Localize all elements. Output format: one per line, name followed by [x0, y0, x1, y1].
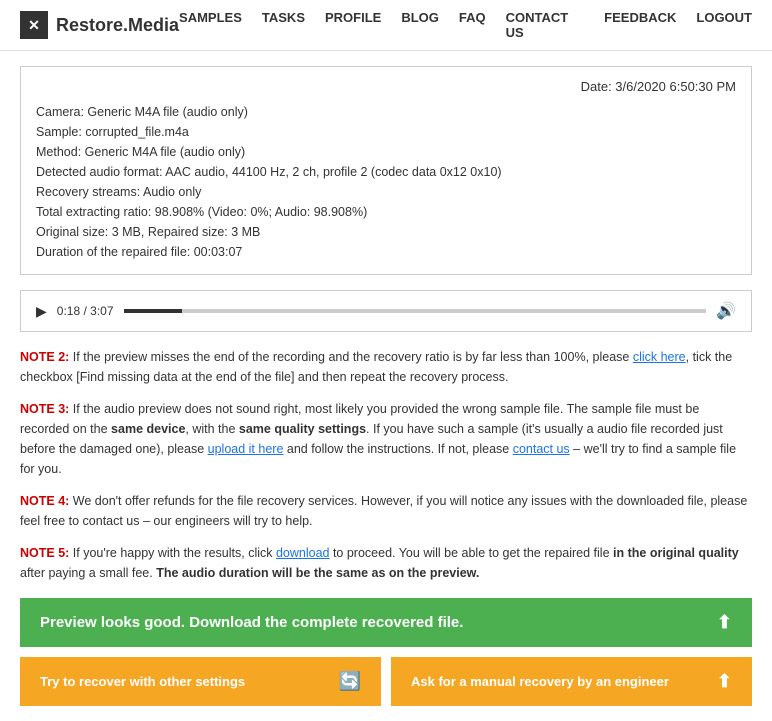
download-button[interactable]: Preview looks good. Download the complet… — [20, 598, 752, 647]
nav-item-feedback[interactable]: FEEDBACK — [604, 10, 676, 40]
note-5-link[interactable]: download — [276, 546, 330, 560]
manual-recovery-button[interactable]: Ask for a manual recovery by an engineer… — [391, 657, 752, 706]
info-line: Camera: Generic M4A file (audio only) — [36, 102, 736, 122]
nav-item-samples[interactable]: SAMPLES — [179, 10, 242, 40]
recover-other-settings-button[interactable]: Try to recover with other settings 🔄 — [20, 657, 381, 706]
info-line: Duration of the repaired file: 00:03:07 — [36, 242, 736, 262]
note-3-bold1: same device — [111, 422, 185, 436]
download-button-label: Preview looks good. Download the complet… — [40, 614, 463, 631]
main-nav: SAMPLES TASKS PROFILE BLOG FAQ CONTACT US FEED… — [179, 10, 752, 40]
nav-item-contact-us[interactable]: CONTACT US — [506, 10, 585, 40]
note-3-label: NOTE 3: — [20, 402, 69, 416]
volume-icon[interactable]: 🔊 — [716, 301, 736, 321]
progress-bar-fill — [124, 309, 182, 313]
nav-item-tasks[interactable]: TASKS — [262, 10, 305, 40]
note-4-text: We don't offer refunds for the file reco… — [20, 494, 747, 528]
note-3-bold2: same quality settings — [239, 422, 366, 436]
info-line: Detected audio format: AAC audio, 44100 … — [36, 162, 736, 182]
nav-item-profile[interactable]: PROFILE — [325, 10, 381, 40]
buttons-section: Preview looks good. Download the complet… — [20, 598, 752, 706]
note-2-link[interactable]: click here — [633, 350, 686, 364]
logo-icon: ✕ — [20, 11, 48, 39]
info-line: Method: Generic M4A file (audio only) — [36, 142, 736, 162]
note-5-bold1: in the original quality — [613, 546, 739, 560]
logo-text: Restore.Media — [56, 15, 179, 36]
engineer-icon: ⬆ — [717, 671, 732, 692]
info-box: Date: 3/6/2020 6:50:30 PM Camera: Generi… — [20, 66, 752, 275]
note-4: NOTE 4: We don't offer refunds for the f… — [20, 491, 752, 531]
play-button[interactable]: ▶ — [36, 303, 47, 320]
secondary-buttons-row: Try to recover with other settings 🔄 Ask… — [20, 657, 752, 706]
nav-item-blog[interactable]: BLOG — [401, 10, 439, 40]
time-label: 0:18 / 3:07 — [57, 304, 114, 318]
note-2: NOTE 2: If the preview misses the end of… — [20, 347, 752, 387]
main-content: Date: 3/6/2020 6:50:30 PM Camera: Generi… — [0, 51, 772, 721]
note-4-label: NOTE 4: — [20, 494, 69, 508]
progress-bar[interactable] — [124, 309, 707, 313]
note-3-text: If the audio preview does not sound righ… — [20, 402, 736, 476]
nav-item-logout[interactable]: LOGOUT — [696, 10, 752, 40]
notes-section: NOTE 2: If the preview misses the end of… — [20, 347, 752, 583]
info-lines: Camera: Generic M4A file (audio only)Sam… — [36, 102, 736, 262]
note-3-link1[interactable]: upload it here — [208, 442, 284, 456]
note-5-bold2: The audio duration will be the same as o… — [156, 566, 479, 580]
refresh-icon: 🔄 — [339, 671, 361, 692]
date-line: Date: 3/6/2020 6:50:30 PM — [36, 79, 736, 94]
note-5: NOTE 5: If you're happy with the results… — [20, 543, 752, 583]
note-3-link2[interactable]: contact us — [513, 442, 570, 456]
download-icon: ⬆ — [717, 612, 732, 633]
info-line: Recovery streams: Audio only — [36, 182, 736, 202]
note-3: NOTE 3: If the audio preview does not so… — [20, 399, 752, 479]
nav-item-faq[interactable]: FAQ — [459, 10, 486, 40]
note-2-text: If the preview misses the end of the rec… — [20, 350, 732, 384]
info-line: Total extracting ratio: 98.908% (Video: … — [36, 202, 736, 222]
note-5-text: If you're happy with the results, click … — [20, 546, 739, 580]
audio-player: ▶ 0:18 / 3:07 🔊 — [20, 290, 752, 332]
info-line: Sample: corrupted_file.m4a — [36, 122, 736, 142]
note-5-label: NOTE 5: — [20, 546, 69, 560]
note-2-label: NOTE 2: — [20, 350, 69, 364]
header: ✕ Restore.Media SAMPLES TASKS PROFILE BLOG F… — [0, 0, 772, 51]
recover-other-settings-label: Try to recover with other settings — [40, 674, 245, 689]
logo: ✕ Restore.Media — [20, 11, 179, 39]
manual-recovery-label: Ask for a manual recovery by an engineer — [411, 674, 669, 689]
info-line: Original size: 3 MB, Repaired size: 3 MB — [36, 222, 736, 242]
